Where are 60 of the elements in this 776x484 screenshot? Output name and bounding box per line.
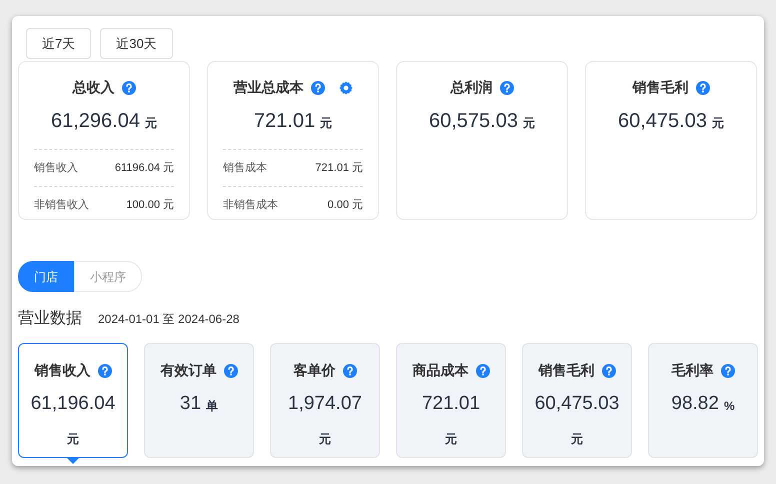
detail-label: 非销售成本 [223,198,278,213]
help-icon[interactable] [98,364,112,378]
metric-title: 商品成本 [412,361,468,380]
period-button[interactable]: 近7天 [26,28,92,59]
detail-value: 100.00 元 [126,198,174,213]
detail-value: 721.01 元 [315,160,363,176]
section-title: 营业数据 [18,308,82,329]
detail-label: 销售成本 [223,160,267,176]
metric-card[interactable]: 销售毛利 60,475.03 元 [522,343,632,458]
metric-value: 31 [180,392,202,416]
metric-value: 98.82 [671,392,719,416]
help-icon[interactable] [122,80,136,94]
unit-label: 元 [67,430,79,448]
metric-value: 1,974.07 [288,392,362,416]
help-icon[interactable] [476,364,490,378]
unit-label: 元 [445,430,457,448]
metric-card[interactable]: 商品成本 721.01 元 [396,343,506,458]
metric-title: 毛利率 [672,361,714,380]
unit-label: 单 [206,398,218,416]
help-icon[interactable] [602,364,616,378]
metric-card[interactable]: 客单价 1,974.07 元 [270,343,380,458]
detail-label: 销售收入 [34,160,78,176]
unit-label: 元 [522,115,535,132]
detail-value: 61196.04 元 [114,160,174,176]
help-icon[interactable] [696,80,710,94]
date-range: 2024-01-01 至 2024-06-28 [98,311,240,328]
metric-title: 销售收入 [34,361,90,380]
detail-value: 0.00 元 [328,198,363,213]
metric-card[interactable]: 有效订单 31 单 [144,343,254,458]
metric-value: 60,475.03 [534,392,620,416]
card-title: 销售毛利 [632,78,688,97]
card-title: 总利润 [450,78,492,97]
card-value: 60,575.03 [429,109,518,134]
help-icon[interactable] [342,364,356,378]
unit-label: 元 [320,115,332,132]
help-icon[interactable] [500,80,514,94]
card-value: 60,475.03 [618,109,707,134]
unit-label: 元 [319,430,331,448]
metric-card[interactable]: 毛利率 98.82 % [648,343,758,458]
metric-title: 销售毛利 [538,361,594,380]
period-button[interactable]: 近30天 [100,28,173,59]
help-icon[interactable] [224,364,238,378]
unit-label: 元 [144,115,157,132]
card-title: 总收入 [72,78,114,97]
metric-value: 61,196.04 [30,392,116,416]
settings-icon[interactable] [338,80,352,94]
metric-title: 客单价 [294,361,336,380]
card-value: 61,296.04 [51,109,140,134]
detail-label: 非销售收入 [34,198,89,213]
card-title: 营业总成本 [234,78,304,97]
metric-value: 721.01 [422,392,480,416]
help-icon[interactable] [720,364,734,378]
channel-tab[interactable]: 门店 [18,261,74,292]
unit-label: % [724,398,735,416]
unit-label: 元 [571,430,583,448]
help-icon[interactable] [310,80,324,94]
card-value: 721.01 [254,109,316,134]
unit-label: 元 [712,115,724,132]
pointer-icon [67,458,79,464]
metric-title: 有效订单 [160,361,216,380]
